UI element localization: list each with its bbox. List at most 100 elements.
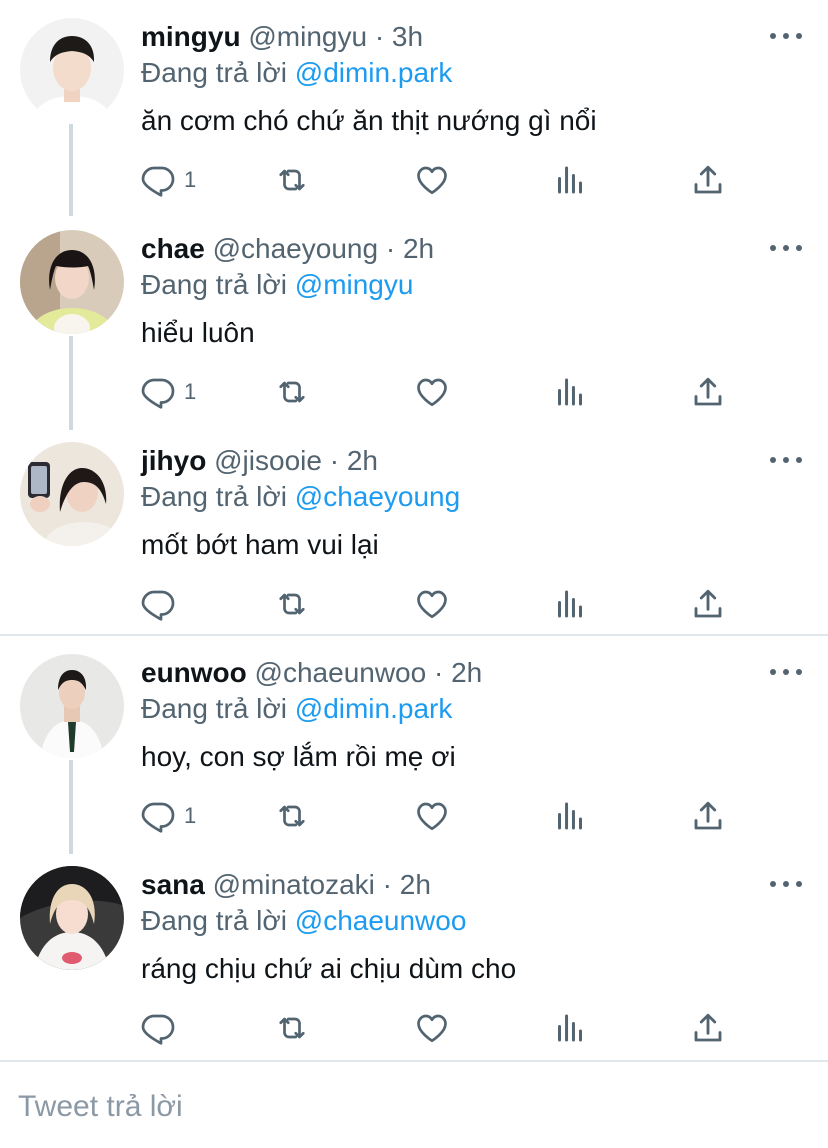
tweet-eunwoo[interactable]: eunwoo @chaeunwoo · 2h Đang trả lời @dim…: [0, 636, 828, 854]
timestamp[interactable]: 3h: [392, 21, 423, 52]
tweet-header: chae @chaeyoung · 2h: [141, 230, 434, 268]
more-icon[interactable]: [770, 448, 802, 472]
tweet-header: eunwoo @chaeunwoo · 2h: [141, 654, 482, 692]
stats-icon: [552, 374, 588, 410]
more-icon[interactable]: [770, 236, 802, 260]
retweet-button[interactable]: [274, 160, 310, 200]
reply-icon: [140, 586, 176, 622]
stats-button[interactable]: [552, 372, 588, 412]
tweet-text: mốt bớt ham vui lại: [141, 529, 379, 560]
reply-icon: [140, 374, 176, 410]
avatar[interactable]: [20, 654, 124, 758]
author-handle[interactable]: @jisooie: [214, 445, 322, 476]
reply-button[interactable]: [140, 1008, 184, 1048]
replying-to-label: Đang trả lời: [141, 269, 287, 300]
like-button[interactable]: [414, 584, 450, 624]
author-name[interactable]: eunwoo: [141, 657, 247, 688]
timestamp[interactable]: 2h: [347, 445, 378, 476]
like-icon: [414, 162, 450, 198]
replying-to: Đang trả lời @dimin.park: [141, 54, 452, 92]
share-button[interactable]: [690, 796, 726, 836]
retweet-button[interactable]: [274, 1008, 310, 1048]
avatar[interactable]: [20, 866, 124, 970]
reply-input[interactable]: Tweet trả lời: [18, 1090, 183, 1124]
reply-icon: [140, 162, 176, 198]
more-icon[interactable]: [770, 660, 802, 684]
action-bar: [140, 1008, 740, 1048]
author-handle[interactable]: @chaeunwoo: [255, 657, 427, 688]
tweet-header: sana @minatozaki · 2h: [141, 866, 431, 904]
reply-button[interactable]: [140, 584, 184, 624]
replying-to: Đang trả lời @mingyu: [141, 266, 413, 304]
replying-to: Đang trả lời @dimin.park: [141, 690, 452, 728]
share-icon: [690, 1010, 726, 1046]
like-button[interactable]: [414, 796, 450, 836]
author-name[interactable]: sana: [141, 869, 205, 900]
stats-button[interactable]: [552, 1008, 588, 1048]
tweet-text: hiểu luôn: [141, 317, 255, 348]
more-icon[interactable]: [770, 24, 802, 48]
mention-link[interactable]: @mingyu: [295, 269, 414, 300]
share-button[interactable]: [690, 372, 726, 412]
share-icon: [690, 798, 726, 834]
avatar[interactable]: [20, 230, 124, 334]
stats-button[interactable]: [552, 160, 588, 200]
timestamp[interactable]: 2h: [400, 869, 431, 900]
thread-connector-line: [69, 336, 73, 430]
share-icon: [690, 162, 726, 198]
author-handle[interactable]: @mingyu: [248, 21, 367, 52]
stats-icon: [552, 586, 588, 622]
share-button[interactable]: [690, 160, 726, 200]
separator-dot: ·: [385, 233, 396, 264]
author-name[interactable]: mingyu: [141, 21, 241, 52]
mention-link[interactable]: @dimin.park: [295, 57, 453, 88]
like-icon: [414, 374, 450, 410]
tweet-jihyo[interactable]: jihyo @jisooie · 2h Đang trả lời @chaeyo…: [0, 424, 828, 636]
avatar[interactable]: [20, 18, 124, 122]
retweet-button[interactable]: [274, 796, 310, 836]
reply-count: 1: [184, 803, 197, 828]
stats-icon: [552, 798, 588, 834]
share-button[interactable]: [690, 1008, 726, 1048]
mention-link[interactable]: @chaeyoung: [295, 481, 460, 512]
separator-dot: ·: [433, 657, 444, 688]
reply-button[interactable]: 1: [140, 796, 196, 836]
share-icon: [690, 586, 726, 622]
reply-button[interactable]: 1: [140, 372, 196, 412]
thread-connector-line: [69, 124, 73, 216]
stats-button[interactable]: [552, 796, 588, 836]
like-icon: [414, 798, 450, 834]
avatar[interactable]: [20, 442, 124, 546]
author-handle[interactable]: @minatozaki: [213, 869, 375, 900]
tweet-mingyu[interactable]: mingyu @mingyu · 3h Đang trả lời @dimin.…: [0, 0, 828, 216]
replying-to-label: Đang trả lời: [141, 57, 287, 88]
tweet-chae[interactable]: chae @chaeyoung · 2h Đang trả lời @mingy…: [0, 212, 828, 430]
retweet-button[interactable]: [274, 584, 310, 624]
tweet-sana[interactable]: sana @minatozaki · 2h Đang trả lời @chae…: [0, 848, 828, 1060]
share-button[interactable]: [690, 584, 726, 624]
like-button[interactable]: [414, 372, 450, 412]
author-name[interactable]: jihyo: [141, 445, 206, 476]
replying-to: Đang trả lời @chaeyoung: [141, 478, 460, 516]
retweet-icon: [274, 586, 310, 622]
timestamp[interactable]: 2h: [451, 657, 482, 688]
mention-link[interactable]: @dimin.park: [295, 693, 453, 724]
like-button[interactable]: [414, 1008, 450, 1048]
timestamp[interactable]: 2h: [403, 233, 434, 264]
stats-button[interactable]: [552, 584, 588, 624]
tweet-text: hoy, con sợ lắm rồi mẹ ơi: [141, 741, 456, 772]
retweet-button[interactable]: [274, 372, 310, 412]
like-button[interactable]: [414, 160, 450, 200]
retweet-icon: [274, 162, 310, 198]
author-handle[interactable]: @chaeyoung: [213, 233, 378, 264]
tweet-text: ráng chịu chứ ai chịu dùm cho: [141, 953, 517, 984]
stats-icon: [552, 162, 588, 198]
author-name[interactable]: chae: [141, 233, 205, 264]
tweet-header: mingyu @mingyu · 3h: [141, 18, 423, 56]
more-icon[interactable]: [770, 872, 802, 896]
reply-button[interactable]: 1: [140, 160, 196, 200]
mention-link[interactable]: @chaeunwoo: [295, 905, 467, 936]
share-icon: [690, 374, 726, 410]
thread-connector-line: [69, 760, 73, 854]
reply-icon: [140, 798, 176, 834]
